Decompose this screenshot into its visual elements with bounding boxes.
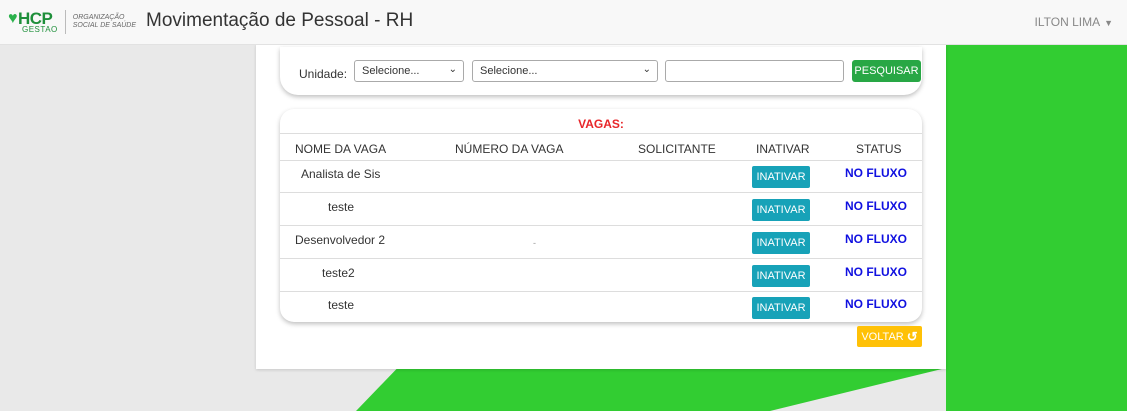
- search-input[interactable]: [665, 60, 844, 82]
- status-badge: NO FLUXO: [845, 199, 907, 213]
- top-navbar: ♥ HCP GESTAO ORGANIZAÇÃO SOCIAL DE SAÚDE…: [0, 0, 1127, 45]
- col-nome-vaga: NOME DA VAGA: [295, 142, 387, 156]
- unidade-label: Unidade:: [299, 67, 348, 81]
- page-title: Movimentação de Pessoal - RH: [146, 10, 414, 31]
- vaga-name: teste2: [322, 266, 355, 280]
- filter-bar: Unidade: Selecione... ⌄ Selecione... ⌄ P…: [280, 47, 922, 95]
- vaga-name: teste: [328, 200, 355, 214]
- logo-sub: GESTAO: [22, 25, 58, 34]
- user-name: ILTON LIMA: [1034, 15, 1101, 29]
- table-row: Desenvolvedor 2 - INATIVAR NO FLUXO: [280, 226, 922, 259]
- status-badge: NO FLUXO: [845, 166, 907, 180]
- logo-org: ORGANIZAÇÃO SOCIAL DE SAÚDE: [73, 14, 136, 30]
- chevron-down-icon: ⌄: [642, 64, 651, 75]
- ribbon-icon: ♥: [8, 9, 18, 27]
- status-badge: NO FLUXO: [845, 265, 907, 279]
- table-row: teste INATIVAR NO FLUXO: [280, 193, 922, 226]
- user-menu[interactable]: ILTON LIMA ▼: [1035, 15, 1114, 29]
- status-badge: NO FLUXO: [845, 297, 907, 311]
- unidade-select-value: Selecione...: [362, 65, 420, 77]
- table-row: teste INATIVAR NO FLUXO: [280, 291, 922, 322]
- col-solicitante: SOLICITANTE: [638, 142, 716, 156]
- chevron-down-icon: ⌄: [448, 64, 457, 75]
- vacancies-table: VAGAS: NOME DA VAGA NÚMERO DA VAGA SOLIC…: [280, 109, 922, 322]
- unidade-select[interactable]: Selecione... ⌄: [354, 60, 464, 82]
- inativar-button[interactable]: INATIVAR: [752, 297, 810, 319]
- table-row: teste2 INATIVAR NO FLUXO: [280, 259, 922, 292]
- caret-down-icon: ▼: [1104, 18, 1113, 28]
- logo-org-line2: SOCIAL DE SAÚDE: [72, 22, 137, 29]
- secondary-select-value: Selecione...: [480, 65, 538, 77]
- inativar-button[interactable]: INATIVAR: [752, 265, 810, 287]
- secondary-select[interactable]: Selecione... ⌄: [472, 60, 658, 82]
- back-button[interactable]: VOLTAR ↺: [857, 326, 922, 347]
- logo-org-line1: ORGANIZAÇÃO: [72, 14, 125, 21]
- logo[interactable]: ♥ HCP GESTAO ORGANIZAÇÃO SOCIAL DE SAÚDE: [8, 8, 136, 36]
- table-header: NOME DA VAGA NÚMERO DA VAGA SOLICITANTE …: [280, 133, 922, 161]
- col-numero-vaga: NÚMERO DA VAGA: [455, 142, 564, 156]
- search-button[interactable]: PESQUISAR: [852, 60, 921, 82]
- vaga-name: Analista de Sis: [301, 167, 381, 181]
- table-row: Analista de Sis INATIVAR NO FLUXO: [280, 160, 922, 193]
- inativar-button[interactable]: INATIVAR: [752, 232, 810, 254]
- table-caption: VAGAS:: [578, 117, 624, 131]
- col-inativar: INATIVAR: [756, 142, 810, 156]
- vaga-name: Desenvolvedor 2: [295, 233, 386, 247]
- inativar-button[interactable]: INATIVAR: [752, 199, 810, 221]
- col-status: STATUS: [856, 142, 902, 156]
- logo-divider: [64, 10, 66, 34]
- vaga-number: -: [533, 238, 536, 248]
- vaga-name: teste: [328, 298, 355, 312]
- status-badge: NO FLUXO: [845, 232, 907, 246]
- main-panel: Unidade: Selecione... ⌄ Selecione... ⌄ P…: [256, 44, 946, 369]
- undo-icon: ↺: [906, 328, 918, 344]
- back-label: VOLTAR: [861, 330, 904, 343]
- inativar-button[interactable]: INATIVAR: [752, 166, 810, 188]
